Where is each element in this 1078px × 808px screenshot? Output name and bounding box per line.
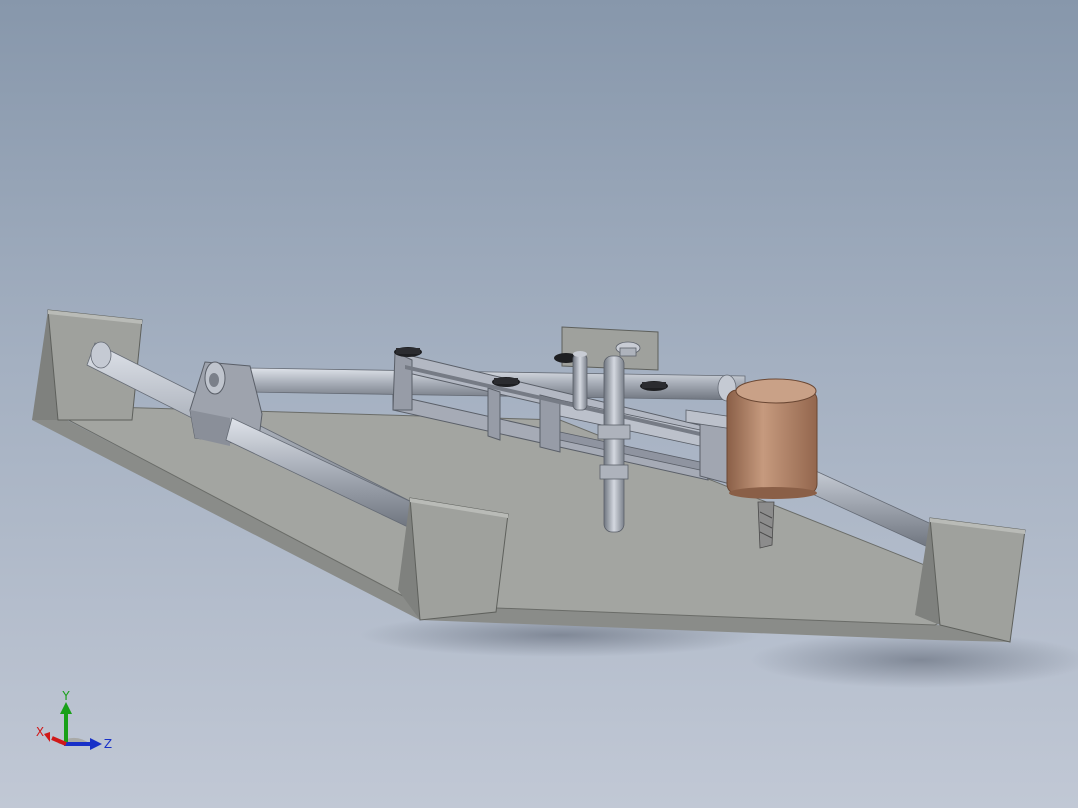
knob bbox=[396, 348, 420, 354]
spindle-motor[interactable] bbox=[726, 378, 818, 499]
floor-shadow bbox=[750, 632, 1078, 688]
graphics-viewport[interactable]: Y Z X bbox=[0, 0, 1078, 808]
x-axis-line bbox=[51, 736, 67, 746]
x-axis-label: X bbox=[36, 725, 44, 739]
cad-model-scene[interactable] bbox=[0, 0, 1078, 808]
knob bbox=[494, 378, 518, 384]
vertical-post[interactable] bbox=[572, 351, 588, 411]
front-left-end-block[interactable] bbox=[398, 497, 509, 621]
router-bit[interactable] bbox=[757, 501, 775, 549]
base-plate[interactable] bbox=[32, 404, 1010, 642]
y-axis-arrow-icon bbox=[60, 702, 72, 714]
y-axis-label: Y bbox=[61, 689, 70, 703]
z-axis-arrow-icon bbox=[90, 738, 102, 750]
view-orientation-triad[interactable]: Y Z X bbox=[30, 684, 120, 764]
knob bbox=[642, 382, 666, 388]
x-axis-arrow-icon bbox=[44, 732, 50, 742]
z-axis-label: Z bbox=[104, 737, 112, 751]
